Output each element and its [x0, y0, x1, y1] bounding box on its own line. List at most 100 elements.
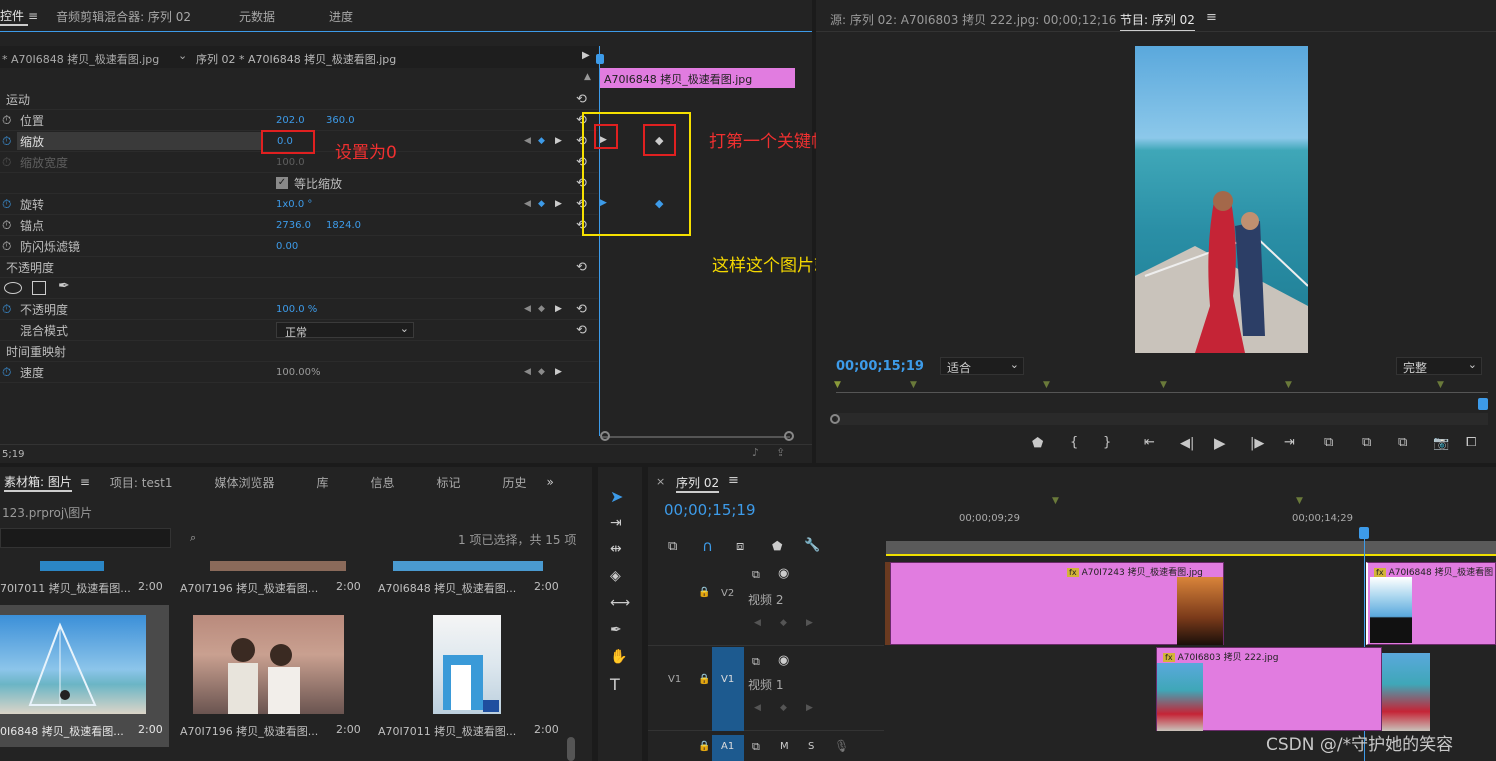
next-keyframe-icon[interactable]: ▶	[806, 703, 813, 713]
nest-toggle-icon[interactable]: ⧉	[668, 539, 677, 554]
motion-section-label[interactable]: 运动	[6, 91, 30, 108]
tab-library[interactable]: 库	[316, 474, 328, 491]
reset-icon[interactable]: ⟲	[576, 323, 587, 338]
zoom-handle-right[interactable]	[784, 431, 794, 441]
thumbnail[interactable]	[210, 561, 346, 571]
reset-icon[interactable]: ⟲	[576, 302, 587, 317]
stopwatch-active-icon[interactable]: ⏱	[2, 365, 11, 380]
snap-icon[interactable]: ∩	[702, 537, 713, 555]
play-only-clip-icon[interactable]: ▶	[582, 50, 590, 61]
uniform-scale-checkbox[interactable]: ✓	[276, 177, 288, 189]
program-timecode[interactable]: 00;00;15;19	[836, 359, 924, 374]
stopwatch-active-icon[interactable]: ⏱	[2, 197, 11, 212]
stopwatch-icon[interactable]: ⏱	[2, 113, 11, 128]
tab-bin[interactable]: 素材箱: 图片	[4, 473, 72, 492]
go-to-in-icon[interactable]: ⇤	[1144, 435, 1155, 450]
ripple-edit-tool-icon[interactable]: ⇹	[610, 541, 622, 557]
razor-tool-icon[interactable]: ◈	[610, 568, 621, 584]
tab-effect-controls[interactable]: 控件	[0, 7, 29, 26]
add-keyframe-icon[interactable]: ◆	[538, 367, 545, 377]
marker-icon[interactable]: ▼	[1052, 496, 1059, 506]
track-select-tool-icon[interactable]: ⇥	[610, 515, 622, 531]
next-keyframe-icon[interactable]: ▶	[555, 367, 562, 377]
stopwatch-active-icon[interactable]: ⏱	[2, 302, 11, 317]
bin-scrollbar[interactable]	[567, 737, 575, 761]
scroll-up-icon[interactable]: ▲	[584, 72, 591, 82]
tab-history[interactable]: 历史	[503, 474, 527, 491]
rectangle-mask-icon[interactable]	[32, 281, 46, 295]
source-v1-label[interactable]: V1	[668, 674, 681, 685]
tab-progress[interactable]: 进度	[329, 8, 379, 25]
mark-in-icon[interactable]: {	[1070, 435, 1078, 450]
bin-item-name[interactable]: A70I7196 拷贝_极速看图...	[180, 580, 318, 596]
sync-lock-icon[interactable]: ⧉	[752, 740, 760, 754]
panel-menu-icon[interactable]: ≡	[728, 473, 739, 488]
tab-markers[interactable]: 标记	[437, 474, 461, 491]
bin-item-name[interactable]: 70I7011 拷贝_极速看图...	[0, 580, 131, 596]
prev-keyframe-icon[interactable]: ◀	[524, 304, 531, 314]
add-keyframe-icon[interactable]: ◆	[538, 136, 545, 146]
mute-icon[interactable]: M	[780, 741, 789, 752]
reset-icon[interactable]: ⟲	[576, 260, 587, 275]
position-y-value[interactable]: 360.0	[326, 115, 355, 126]
clip-v2-b[interactable]: fx A70I6848 拷贝_极速看图	[1366, 562, 1496, 645]
bin-item-name[interactable]: A70I7196 拷贝_极速看图...	[180, 723, 318, 739]
blend-mode-select[interactable]: 正常 ⌄	[276, 322, 414, 339]
marker-icon[interactable]: ▼	[910, 380, 917, 390]
next-keyframe-icon[interactable]: ▶	[555, 199, 562, 209]
clip-v2-a[interactable]: fx A70I7243 拷贝_极速看图.jpg	[890, 562, 1224, 645]
scroll-handle[interactable]	[830, 414, 840, 424]
quality-select[interactable]: 完整 ⌄	[1396, 357, 1482, 375]
next-keyframe-icon[interactable]: ▶	[555, 304, 562, 314]
zoom-handle-left[interactable]	[600, 431, 610, 441]
lock-icon[interactable]: 🔒	[698, 587, 710, 598]
marker-icon[interactable]: ▼	[1160, 380, 1167, 390]
track-v2-label[interactable]: V2	[721, 588, 734, 599]
zoom-scrollbar[interactable]	[602, 436, 790, 438]
position-x-value[interactable]: 202.0	[276, 115, 305, 126]
close-icon[interactable]: ×	[656, 475, 665, 488]
thumbnail[interactable]	[0, 615, 146, 714]
bin-item-name[interactable]: A70I6848 拷贝_极速看图...	[378, 580, 516, 596]
search-input[interactable]	[0, 528, 171, 548]
lift-icon[interactable]: ⧉	[1324, 435, 1333, 450]
export-icon[interactable]: ⇪	[776, 446, 785, 459]
voiceover-mic-icon[interactable]: 🎙	[834, 739, 849, 753]
source-monitor-title[interactable]: 源: 序列 02: A70I6803 拷贝 222.jpg: 00;00;12;…	[830, 11, 1116, 28]
tab-media-browser[interactable]: 媒体浏览器	[214, 474, 274, 491]
antiflicker-value[interactable]: 0.00	[276, 241, 298, 252]
add-keyframe-icon[interactable]: ◆	[780, 618, 787, 628]
thumbnail[interactable]	[193, 615, 344, 714]
panel-menu-icon[interactable]: ≡	[28, 9, 38, 23]
sync-lock-icon[interactable]: ⧉	[752, 655, 760, 669]
hand-tool-icon[interactable]: ✋	[610, 649, 627, 665]
play-icon[interactable]: ▶	[1214, 434, 1226, 452]
multicam-icon[interactable]: ⧠	[1466, 435, 1476, 450]
camera-icon[interactable]: 📷	[1433, 436, 1449, 451]
ec-timecode[interactable]: 5;19	[2, 449, 24, 460]
clip-thumbnail[interactable]	[1382, 653, 1430, 731]
audio-icon[interactable]: ♪	[752, 446, 759, 459]
prev-keyframe-icon[interactable]: ◀	[524, 136, 531, 146]
sequence-clip-name[interactable]: 序列 02 * A70I6848 拷贝_极速看图.jpg	[196, 51, 396, 67]
stopwatch-icon[interactable]: ⏱	[2, 218, 11, 233]
tab-audio-clip-mixer[interactable]: 音频剪辑混合器: 序列 02	[56, 8, 239, 25]
slip-tool-icon[interactable]: ⟷	[610, 595, 630, 611]
prev-keyframe-icon[interactable]: ◀	[524, 367, 531, 377]
sequence-tab[interactable]: 序列 02	[676, 474, 720, 493]
new-search-bin-icon[interactable]: ⌕	[190, 531, 196, 545]
marker-icon[interactable]: ▼	[1043, 380, 1050, 390]
extract-icon[interactable]: ⧉	[1362, 435, 1371, 450]
work-area-bar[interactable]	[886, 541, 1496, 555]
compare-icon[interactable]: ⧉	[1398, 435, 1407, 450]
add-marker-icon[interactable]: ⬟	[772, 539, 782, 553]
pen-tool-icon[interactable]: ✒	[610, 622, 622, 638]
fit-select[interactable]: 适合 ⌄	[940, 357, 1024, 375]
prev-keyframe-icon[interactable]: ◀	[754, 618, 761, 628]
next-keyframe-icon[interactable]: ▶	[806, 618, 813, 628]
type-tool-icon[interactable]: T	[610, 675, 620, 694]
bin-item-name[interactable]: A70I7011 拷贝_极速看图...	[378, 723, 516, 739]
next-keyframe-icon[interactable]: ▶	[555, 136, 562, 146]
program-video-frame[interactable]	[1135, 46, 1308, 353]
thumbnail[interactable]	[393, 561, 543, 571]
